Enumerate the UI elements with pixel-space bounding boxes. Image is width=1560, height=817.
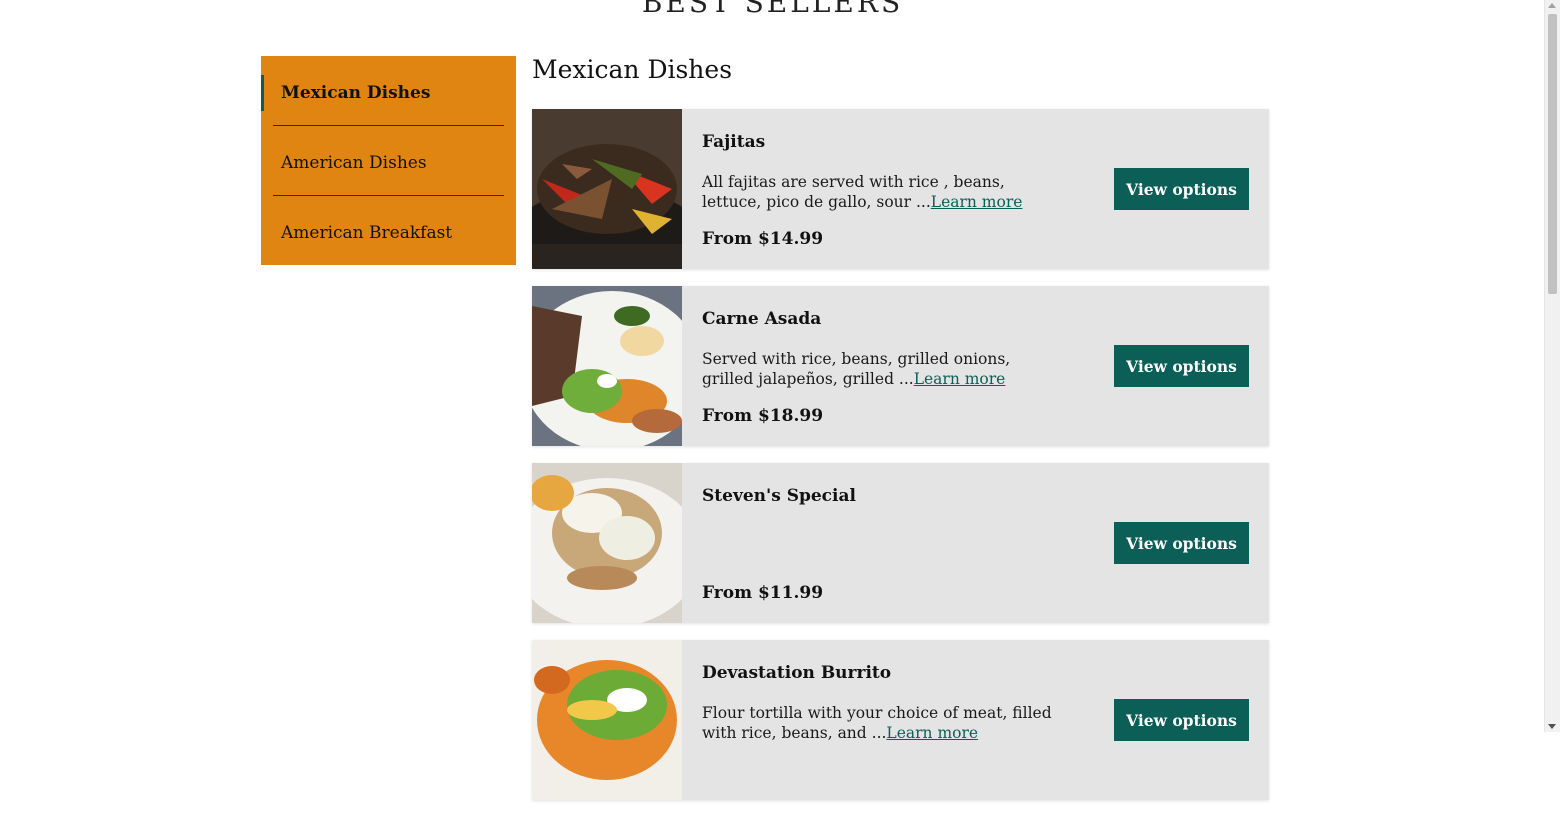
dish-image-devastation-burrito[interactable] bbox=[532, 640, 682, 800]
section-title: Mexican Dishes bbox=[532, 55, 733, 84]
dish-name: Devastation Burrito bbox=[702, 663, 892, 683]
dish-description: Flour tortilla with your choice of meat,… bbox=[702, 703, 1062, 743]
dish-card: Carne Asada Served with rice, beans, gri… bbox=[532, 286, 1269, 446]
dish-name: Fajitas bbox=[702, 132, 766, 152]
nav-item-mexican-dishes[interactable]: Mexican Dishes bbox=[261, 75, 519, 111]
learn-more-link[interactable]: Learn more bbox=[931, 193, 1023, 211]
dish-image-carne-asada[interactable] bbox=[532, 286, 682, 446]
view-options-button[interactable]: View options bbox=[1114, 699, 1249, 741]
learn-more-link[interactable]: Learn more bbox=[914, 370, 1006, 388]
nav-item-american-dishes[interactable]: American Dishes bbox=[261, 145, 516, 181]
dish-card: Fajitas All fajitas are served with rice… bbox=[532, 109, 1269, 269]
dish-price: From $14.99 bbox=[702, 229, 824, 249]
dish-description: All fajitas are served with rice , beans… bbox=[702, 172, 1062, 212]
dish-price: From $18.99 bbox=[702, 406, 824, 426]
dish-card: Devastation Burrito Flour tortilla with … bbox=[532, 640, 1269, 800]
nav-item-label: Mexican Dishes bbox=[281, 83, 431, 103]
scroll-down-arrow-icon[interactable] bbox=[1548, 724, 1556, 729]
learn-more-link[interactable]: Learn more bbox=[886, 724, 978, 742]
view-options-button[interactable]: View options bbox=[1114, 522, 1249, 564]
dish-image-stevens-special[interactable] bbox=[532, 463, 682, 623]
nav-divider bbox=[273, 125, 504, 126]
nav-divider bbox=[273, 195, 504, 196]
view-options-button[interactable]: View options bbox=[1114, 345, 1249, 387]
scroll-thumb[interactable] bbox=[1548, 14, 1557, 294]
dish-price: From $11.99 bbox=[702, 583, 824, 603]
dish-name: Carne Asada bbox=[702, 309, 822, 329]
view-options-button[interactable]: View options bbox=[1114, 168, 1249, 210]
dish-description-text: Flour tortilla with your choice of meat,… bbox=[702, 704, 1052, 742]
dish-description: Served with rice, beans, grilled onions,… bbox=[702, 349, 1062, 389]
dish-image-fajitas[interactable] bbox=[532, 109, 682, 269]
nav-item-label: American Dishes bbox=[281, 153, 427, 173]
page-scrollbar[interactable] bbox=[1544, 0, 1560, 732]
scroll-up-arrow-icon[interactable] bbox=[1548, 3, 1556, 8]
category-nav: Mexican Dishes American Dishes American … bbox=[261, 56, 516, 265]
dish-card: Steven's Special From $11.99 View option… bbox=[532, 463, 1269, 623]
dish-name: Steven's Special bbox=[702, 486, 856, 506]
nav-item-label: American Breakfast bbox=[281, 223, 453, 243]
dish-list: Fajitas All fajitas are served with rice… bbox=[532, 109, 1269, 817]
page-heading: BEST SELLERS bbox=[641, 0, 904, 19]
nav-item-american-breakfast[interactable]: American Breakfast bbox=[261, 215, 516, 251]
